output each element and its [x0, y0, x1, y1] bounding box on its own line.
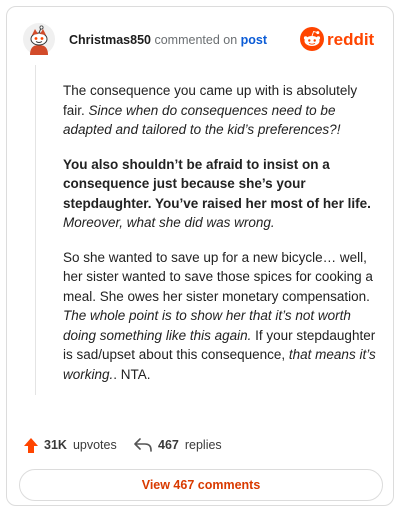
commented-on-label: commented on — [154, 33, 238, 47]
upvote-arrow-icon — [24, 437, 38, 453]
replies-button[interactable]: 467 replies — [134, 435, 222, 455]
view-comments-button[interactable]: View 467 comments — [19, 469, 383, 501]
upvote-label: upvotes — [72, 438, 117, 452]
upvote-count: 31K — [44, 438, 67, 452]
comment-text: So she wanted to save up for a new bicyc… — [63, 249, 373, 304]
thread-line — [35, 65, 36, 395]
comment-header: Christmas850 commented on post reddit — [19, 19, 383, 59]
reply-count: 467 — [158, 438, 179, 452]
post-link[interactable]: post — [241, 33, 267, 47]
username-link[interactable]: Christmas850 — [69, 33, 151, 47]
comment-paragraph: You also shouldn’t be afraid to insist o… — [63, 155, 381, 233]
comment-text-italic: Moreover, what she did was wrong. — [63, 215, 275, 230]
reply-arrow-icon — [134, 438, 152, 452]
comment-paragraph: The consequence you came up with is abso… — [63, 81, 381, 140]
logo-text: reddit — [327, 30, 375, 49]
comment-byline: Christmas850 commented on post — [69, 32, 267, 48]
comment-body: The consequence you came up with is abso… — [63, 81, 381, 399]
reply-label: replies — [184, 438, 222, 452]
comment-text-italic: Since when do consequences need to be ad… — [63, 102, 341, 138]
comment-text: . NTA. — [113, 366, 151, 382]
comment-card: Christmas850 commented on post reddit Th… — [6, 6, 394, 506]
comment-actions: 31K upvotes 467 replies — [24, 435, 384, 455]
upvote-button[interactable]: 31K upvotes — [24, 435, 117, 455]
reddit-logo-icon[interactable]: reddit — [299, 25, 383, 53]
snoo-avatar-icon[interactable] — [23, 23, 55, 55]
comment-text-bold: You also shouldn’t be afraid to insist o… — [63, 156, 371, 211]
comment-paragraph: So she wanted to save up for a new bicyc… — [63, 248, 381, 385]
